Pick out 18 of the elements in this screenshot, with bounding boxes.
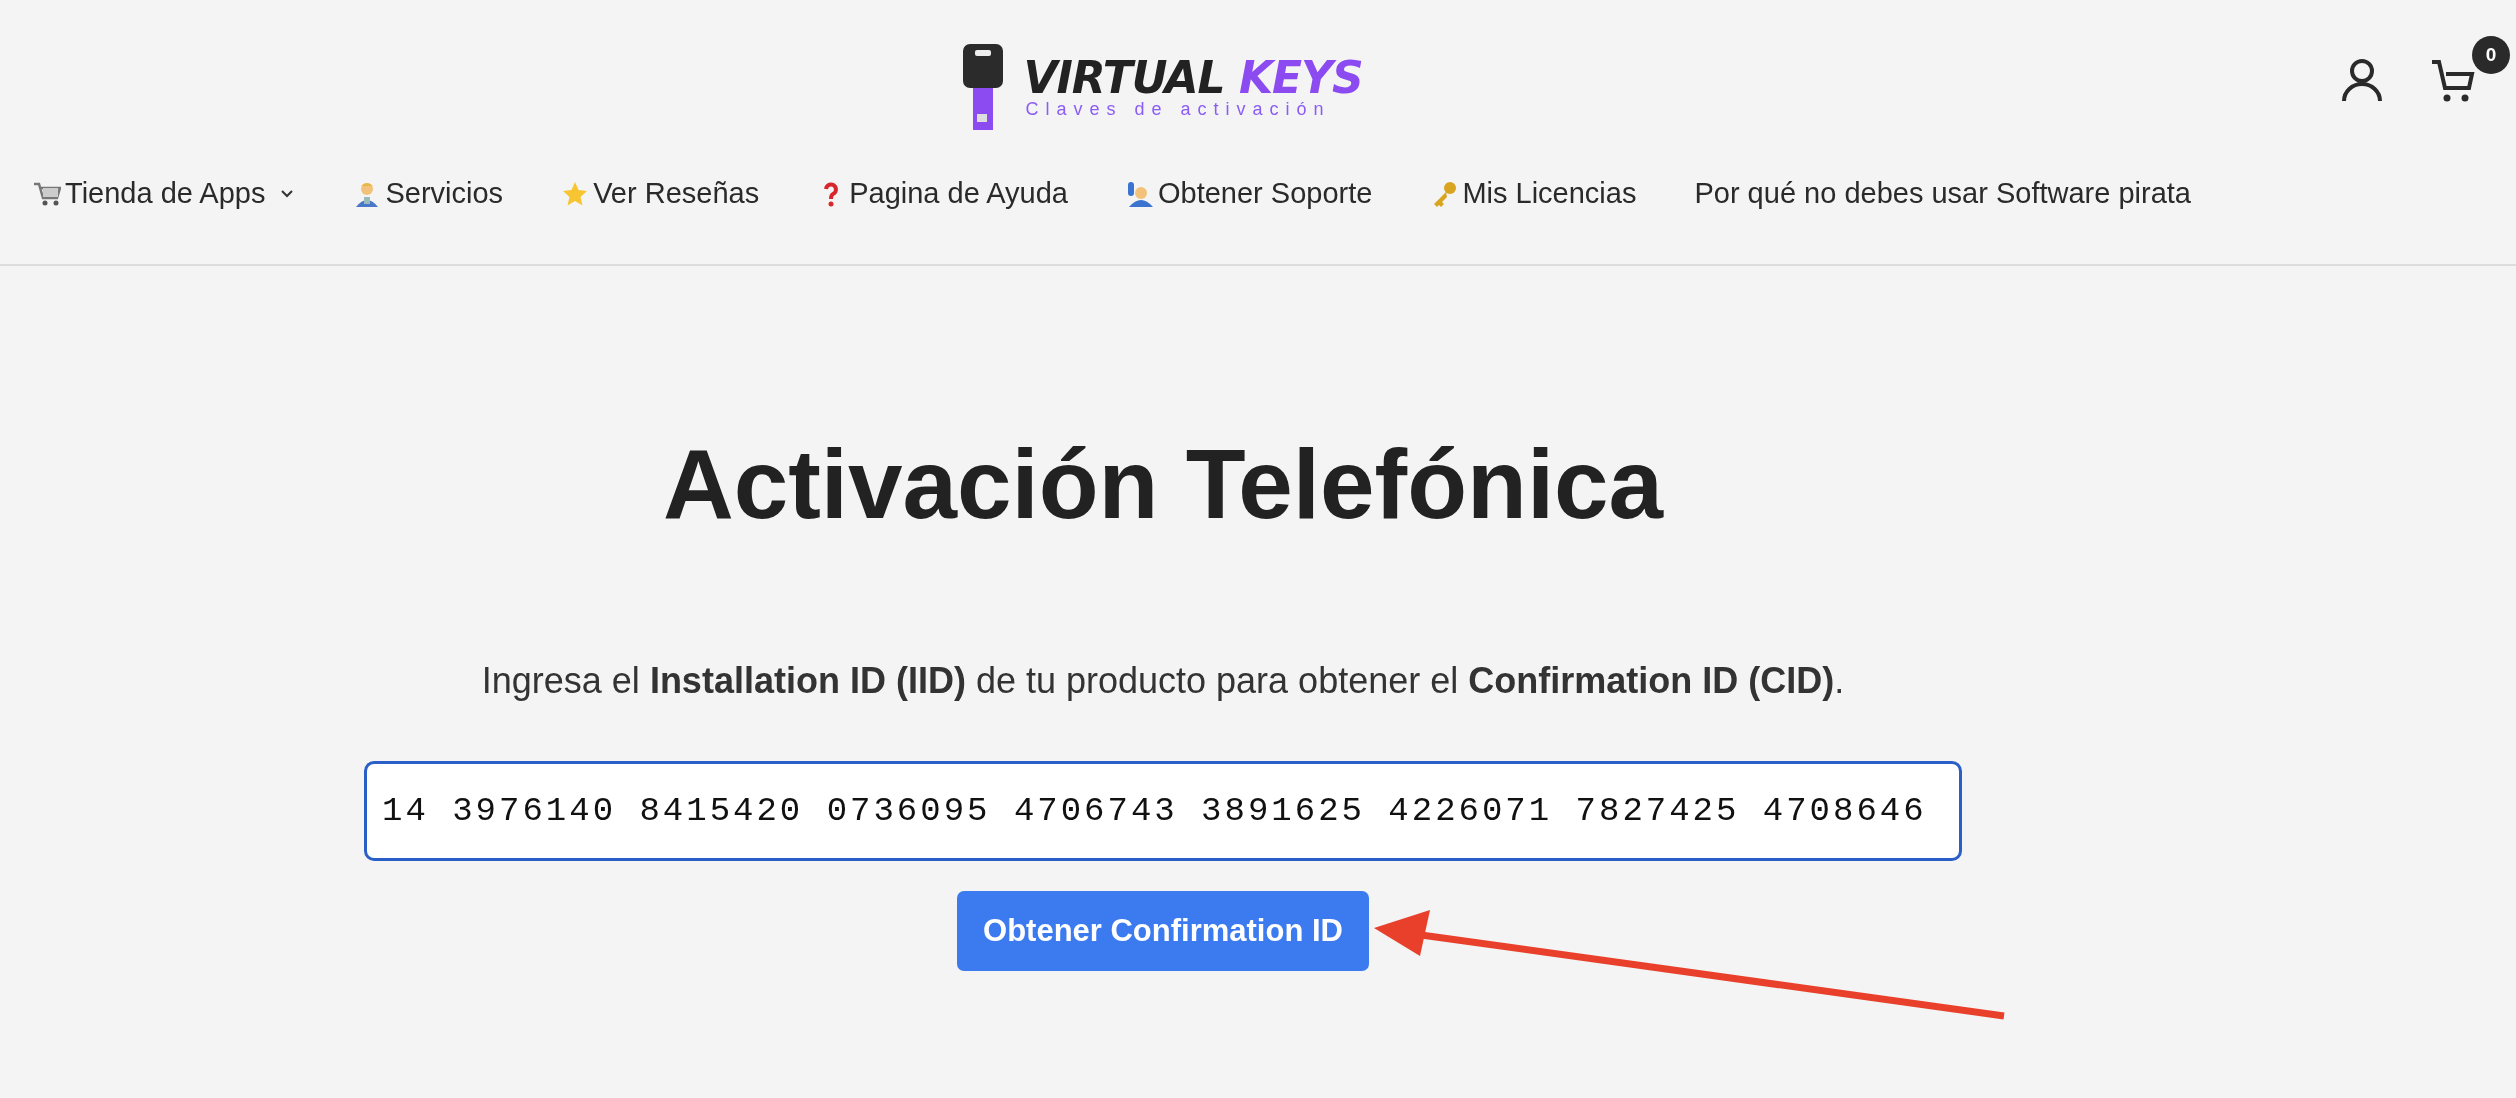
nav-link[interactable]: Mis Licencias [1430, 172, 1637, 216]
page-title: Activación Telefónica [662, 428, 1664, 541]
logo-wordmark[interactable]: VIRTUAL KEYS [1023, 56, 1363, 100]
account-icon[interactable] [2340, 58, 2384, 102]
cart-icon[interactable] [2430, 58, 2476, 102]
nav-link[interactable]: Servicios [353, 172, 504, 216]
get-confirmation-id-button[interactable]: Obtener Confirmation ID [957, 890, 1369, 972]
nav-link[interactable]: Tienda de Apps [33, 172, 296, 216]
caret-icon [279, 187, 296, 200]
logo-tagline: Claves de activación [1024, 100, 1332, 118]
cart-count-badge: 0 [2472, 36, 2510, 74]
nav-link[interactable]: Pagina de Ayuda [817, 172, 1068, 216]
nav-link[interactable]: Por qué no debes usar Software pirata [1694, 172, 2191, 216]
intro-text: Ingresa el Installation ID (IID) de tu producto para obtener el Confirmation ID (CID). [481, 658, 1845, 703]
raised-hand-icon [1125, 179, 1154, 208]
installation-id-field[interactable]: 14 3976140 8415420 0736095 4706743 3891625 4226071 7827425 4708646 [364, 760, 1962, 861]
nav-link[interactable]: Ver Reseñas [561, 172, 760, 216]
nav-link[interactable]: Obtener Soporte [1125, 172, 1373, 216]
